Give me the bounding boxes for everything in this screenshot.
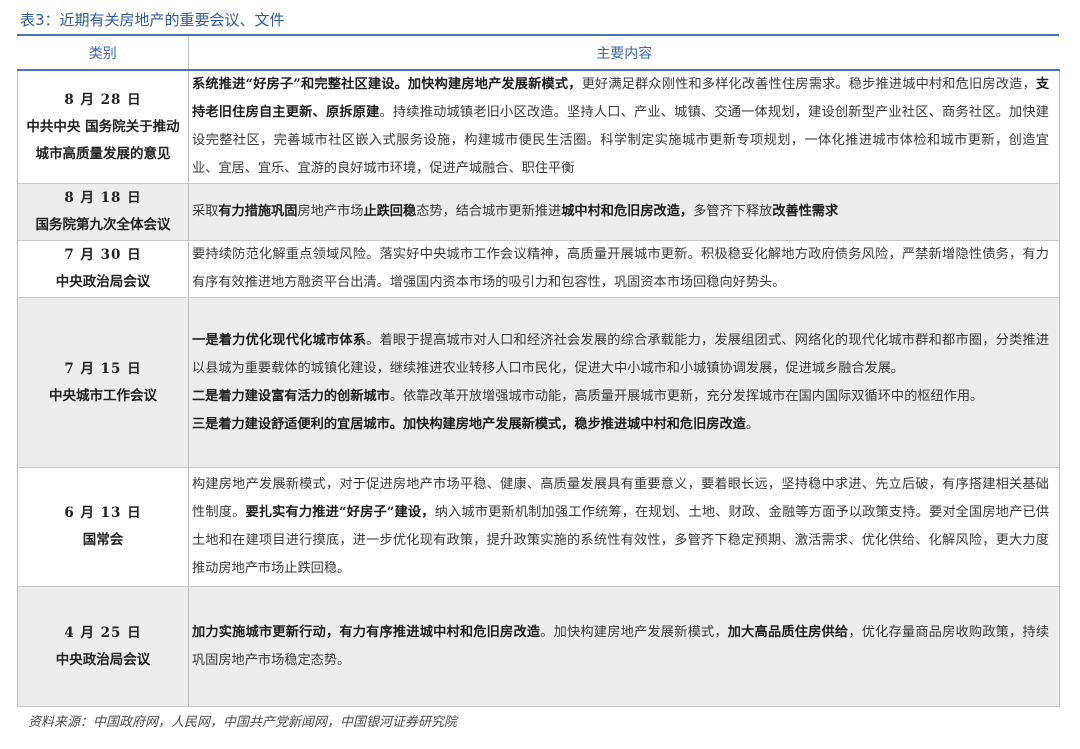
bold-text-run: 加力实施城市更新行动，有力有序推进城中村和危旧房改造: [192, 624, 541, 640]
table-row: 7 月 30 日 中央政治局会议 要持续防范化解重点领域风险。落实好中央城市工作…: [17, 240, 1060, 298]
bold-text-run: 系统推进“好房子”和完整社区建设。加快构建房地产发展新模式，: [192, 77, 582, 92]
text-run: 态势，: [416, 204, 456, 219]
bold-text-run: 改善性需求: [772, 204, 839, 219]
meeting-date: 7 月 15 日: [64, 360, 142, 377]
meeting-name: 中央政治局会议: [55, 274, 151, 290]
text-run: 多管齐下释放: [693, 204, 773, 219]
meeting-date: 8 月 18 日: [64, 190, 142, 206]
text-run: 。依靠改革开放增强城市动能，高质量开展城市更新，充分发挥城市在国内国际双循环中的…: [389, 388, 984, 404]
meeting-date: 6 月 13 日: [64, 505, 142, 521]
table-row: 8 月 28 日 中共中央 国务院关于推动城市高质量发展的意见 系统推进“好房子…: [17, 70, 1060, 184]
source-note: 资料来源：中国政府网，人民网，中国共产党新闻网，中国银河证券研究院: [28, 715, 458, 730]
text-run: 。加快构建房地产发展新模式，: [540, 624, 728, 640]
content-cell: 系统推进“好房子”和完整社区建设。加快构建房地产发展新模式，更好满足群众刚性和多…: [188, 70, 1060, 184]
bold-text-run: 加大高品质住房供给: [727, 624, 849, 640]
table-title: 表3：近期有关房地产的重要会议、文件: [20, 11, 285, 29]
meeting-name: 中央城市工作会议: [49, 387, 157, 404]
table-row: 6 月 13 日 国常会 构建房地产发展新模式，对于促进房地产市场平稳、健康、高…: [17, 467, 1060, 587]
meeting-name: 中共中央 国务院关于推动城市高质量发展的意见: [26, 118, 180, 162]
meetings-table: 类别 主要内容 8 月 28 日 中共中央 国务院关于推动城市高质量发展的意见 …: [17, 34, 1060, 707]
bold-text-run: 一是着力优化现代化城市体系: [192, 332, 367, 348]
text-run: 结合城市更新推进: [455, 204, 562, 219]
content-header: 主要内容: [188, 36, 1060, 71]
content-cell: 加力实施城市更新行动，有力有序推进城中村和危旧房改造。加快构建房地产发展新模式，…: [188, 586, 1060, 707]
category-cell: 8 月 28 日 中共中央 国务院关于推动城市高质量发展的意见: [17, 70, 189, 184]
category-cell: 8 月 18 日 国务院第九次全体会议: [17, 183, 189, 241]
category-cell: 7 月 15 日 中央城市工作会议: [17, 297, 189, 468]
category-header: 类别: [17, 36, 189, 71]
bold-text-run: 三是着力建设舒适便利的宜居城市。加快构建房地产发展新模式，稳步推进城中村和危旧房…: [192, 416, 746, 432]
table-row: 8 月 18 日 国务院第九次全体会议 采取有力措施巩固房地产市场止跌回稳态势，…: [17, 183, 1060, 241]
meeting-name: 国常会: [82, 532, 124, 548]
meeting-date: 7 月 30 日: [64, 247, 142, 263]
text-run: 。: [745, 416, 760, 432]
text-run: 采取: [192, 204, 219, 219]
bold-text-run: 止跌回稳: [363, 204, 417, 219]
bold-text-run: 要扎实有力推进“好房子”建设，: [245, 505, 435, 520]
category-cell: 4 月 25 日 中央政治局会议: [17, 586, 189, 707]
category-cell: 7 月 30 日 中央政治局会议: [17, 240, 189, 298]
table-row: 7 月 15 日 中央城市工作会议 一是着力优化现代化城市体系。着眼于提高城市对…: [17, 297, 1060, 468]
content-paragraph: 三是着力建设舒适便利的宜居城市。加快构建房地产发展新模式，稳步推进城中村和危旧房…: [192, 411, 1049, 439]
meeting-date: 4 月 25 日: [64, 624, 142, 641]
text-run: 要持续防范化解重点领域风险。落实好中央城市工作会议精神，高质量开展城市更新。积极…: [192, 247, 1049, 290]
bold-text-run: 有力措施巩固: [218, 204, 298, 219]
text-run: 房地产市场: [297, 204, 364, 219]
content-paragraph: 二是着力建设富有活力的创新城市。依靠改革开放增强城市动能，高质量开展城市更新，充…: [192, 383, 1049, 411]
content-cell: 要持续防范化解重点领域风险。落实好中央城市工作会议精神，高质量开展城市更新。积极…: [188, 240, 1060, 298]
table-header-row: 类别 主要内容: [17, 36, 1060, 71]
bold-text-run: 二是着力建设富有活力的创新城市: [192, 388, 390, 404]
content-cell: 采取有力措施巩固房地产市场止跌回稳态势，结合城市更新推进城中村和危旧房改造，多管…: [188, 183, 1060, 241]
meeting-name: 中央政治局会议: [55, 651, 151, 668]
content-cell: 一是着力优化现代化城市体系。着眼于提高城市对人口和经济社会发展的综合承载能力，发…: [188, 297, 1060, 468]
text-run: 更好满足群众刚性和多样化改善性住房需求。稳步推进城中村和危旧房改造，: [581, 77, 1036, 92]
content-paragraph: 一是着力优化现代化城市体系。着眼于提高城市对人口和经济社会发展的综合承载能力，发…: [192, 327, 1049, 383]
meeting-date: 8 月 28 日: [64, 91, 142, 108]
category-cell: 6 月 13 日 国常会: [17, 467, 189, 587]
table-row: 4 月 25 日 中央政治局会议 加力实施城市更新行动，有力有序推进城中村和危旧…: [17, 586, 1060, 707]
meeting-name: 国务院第九次全体会议: [35, 217, 171, 233]
content-cell: 构建房地产发展新模式，对于促进房地产市场平稳、健康、高质量发展具有重要意义，要着…: [188, 467, 1060, 587]
bold-text-run: 城中村和危旧房改造，: [561, 204, 694, 219]
